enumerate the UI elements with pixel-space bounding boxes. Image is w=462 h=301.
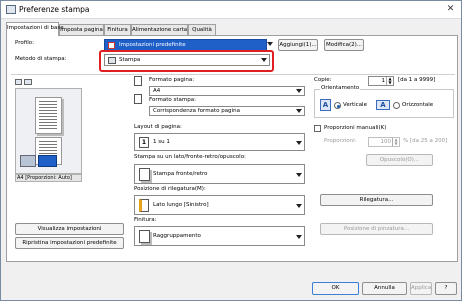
view-settings-button[interactable]: Visualizza impostazioni <box>15 223 124 235</box>
add-profile-button[interactable]: Aggiungi(1)... <box>278 39 318 51</box>
duplex-icon <box>139 168 150 181</box>
booklet-button[interactable]: Opuscolo(O)... <box>366 154 433 166</box>
collate-icon <box>139 230 150 243</box>
scaling-spinner[interactable]: 100 ▲ ▼ <box>368 137 400 147</box>
page-size-value: A4 <box>153 88 161 94</box>
output-size-select[interactable]: Corrispondenza formato pagina <box>149 106 305 116</box>
window-title: Preferenze stampa <box>19 5 90 14</box>
output-size-label: Formato stampa: <box>149 97 196 103</box>
copies-label: Copie: <box>314 77 332 83</box>
print-style-select[interactable]: Stampa fronte/retro <box>134 164 305 184</box>
chevron-down-icon <box>261 58 267 62</box>
binding-location-select[interactable]: Lato lungo [Sinistro] <box>134 195 305 215</box>
landscape-label: Orizzontale <box>402 102 434 108</box>
help-button[interactable]: ? <box>435 282 457 295</box>
page-layout-icon: 1 <box>139 137 149 148</box>
page-size-label: Formato pagina: <box>149 77 195 83</box>
profile-value: Impostazioni predefinite <box>119 42 186 48</box>
profile-icon <box>108 42 115 49</box>
separator <box>11 74 455 75</box>
close-icon[interactable]: ✕ <box>444 4 457 15</box>
binding-location-label: Posizione di rilegatura(M): <box>134 186 206 192</box>
binding-location-value: Lato lungo [Sinistro] <box>153 202 209 208</box>
scaling-label: Proporzioni: <box>324 138 357 144</box>
page-layout-value: 1 su 1 <box>153 139 170 145</box>
tab-finishing[interactable]: Finitura <box>104 24 131 35</box>
chevron-down-icon <box>296 109 302 113</box>
layout-preview <box>15 88 82 174</box>
spinner-arrows-icon[interactable]: ▲ ▼ <box>392 138 399 146</box>
spinner-arrows-icon[interactable]: ▲ ▼ <box>386 77 393 85</box>
copies-value: 1 <box>381 78 386 84</box>
tab-quality[interactable]: Qualità <box>188 24 216 35</box>
manual-scaling-label: Proporzioni manuali(K) <box>324 125 387 131</box>
landscape-icon: A <box>376 100 390 110</box>
preview-caption: A4 [Proporzioni: Auto] <box>15 174 82 182</box>
printer-icon <box>6 5 16 14</box>
printer-preview-icon <box>20 155 36 167</box>
restore-defaults-button[interactable]: Ripristina impostazioni predefinite <box>15 237 124 249</box>
page-layout-select[interactable]: 1 1 su 1 <box>134 133 305 151</box>
preview-page-icon[interactable] <box>15 79 22 85</box>
output-size-value: Corrispondenza formato pagina <box>153 108 240 114</box>
copies-range: [da 1 a 9999] <box>398 77 436 83</box>
chevron-down-icon <box>296 89 302 93</box>
edit-profile-button[interactable]: Modifica(2)... <box>324 39 364 51</box>
binding-icon <box>139 199 149 212</box>
chevron-down-icon <box>296 204 302 208</box>
manual-scaling-checkbox[interactable] <box>314 125 321 132</box>
duplex-preview-icon <box>38 155 57 167</box>
portrait-label: Verticale <box>343 102 367 108</box>
tab-paper-source[interactable]: Alimentazione carta <box>131 24 188 35</box>
portrait-icon: A <box>320 99 331 111</box>
basic-settings-panel: Profilo: Impostazioni predefinite Aggiun… <box>6 35 458 262</box>
finishing-select[interactable]: Raggruppamento <box>134 226 305 246</box>
print-style-label: Stampa su un lato/fronte-retro/opuscolo: <box>134 154 246 160</box>
page-layout-label: Layout di pagina: <box>134 124 182 130</box>
chevron-down-icon <box>296 141 302 145</box>
portrait-radio[interactable] <box>334 102 341 109</box>
finishing-label: Finitura: <box>134 217 157 223</box>
finishing-value: Raggruppamento <box>153 233 201 239</box>
output-method-value: Stampa <box>119 57 141 63</box>
chevron-down-icon <box>296 173 302 177</box>
page-size-icon <box>134 76 142 86</box>
output-method-select[interactable]: Stampa <box>104 54 270 66</box>
copies-spinner[interactable]: 1 ▲ ▼ <box>368 76 394 86</box>
tab-basic-settings[interactable]: Impostazioni di base <box>6 22 64 36</box>
title-bar: Preferenze stampa ✕ <box>1 1 461 19</box>
preview-page <box>35 97 62 134</box>
chevron-down-icon <box>267 42 273 46</box>
printer-icon <box>108 57 116 64</box>
preview-text-lines <box>39 101 57 129</box>
print-preferences-window: Preferenze stampa ✕ Impostazioni di base… <box>0 0 462 301</box>
preview-printer-icon[interactable] <box>24 79 32 85</box>
profile-label: Profilo: <box>15 40 34 46</box>
staple-position-button[interactable]: Posizione di pinzatura... <box>320 223 433 235</box>
binding-margin-button[interactable]: Rilegatura... <box>320 194 433 206</box>
tab-page-setup[interactable]: Imposta pagina <box>59 24 104 35</box>
output-method-label: Metodo di stampa: <box>15 56 67 62</box>
ok-button[interactable]: OK <box>312 282 359 295</box>
landscape-radio[interactable] <box>393 102 400 109</box>
scaling-value: 100 <box>380 139 392 145</box>
chevron-down-icon <box>296 235 302 239</box>
output-size-icon <box>134 94 142 104</box>
page-size-select[interactable]: A4 <box>149 86 305 96</box>
print-style-value: Stampa fronte/retro <box>153 171 208 177</box>
apply-button[interactable]: Applica <box>410 282 432 295</box>
scaling-range: % [da 25 a 200] <box>403 138 448 144</box>
orientation-label: Orientamento <box>320 85 361 91</box>
cancel-button[interactable]: Annulla <box>362 282 407 295</box>
